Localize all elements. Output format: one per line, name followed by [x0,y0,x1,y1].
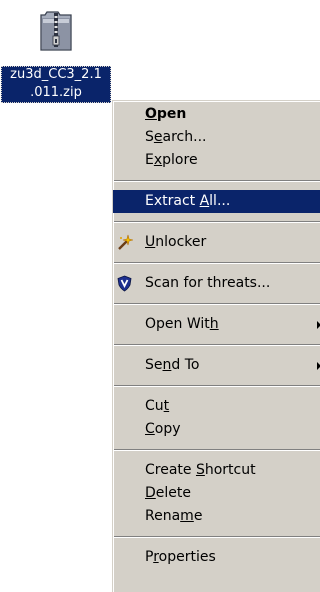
label-accelerator-key: m [180,508,194,524]
menu-item-open-with[interactable]: Open With [113,313,320,336]
label-accelerator-key: e [153,129,163,145]
label-text-after: opy [154,421,181,437]
shield-antivirus-icon [116,275,133,292]
menu-separator [114,180,320,182]
label-text-before: Cu [145,398,164,414]
menu-separator [114,385,320,387]
menu-item-label: Scan for threats... [145,275,270,291]
menu-item-rename[interactable]: Rename [113,505,320,528]
label-text-after: plore [162,152,198,168]
label-text-after: elete [155,485,191,501]
menu-item-unlocker[interactable]: Unlocker [113,231,320,254]
menu-item-explore[interactable]: Explore [113,149,320,172]
menu-separator [114,344,320,346]
menu-separator [114,262,320,264]
label-text-before: S [145,129,154,145]
menu-separator [114,449,320,451]
menu-item-cut[interactable]: Cut [113,395,320,418]
zip-folder-icon [40,11,72,51]
menu-item-extract-all[interactable]: Extract All... [113,190,320,213]
menu-separator [114,303,320,305]
menu-item-send-to[interactable]: Send To [113,354,320,377]
menu-item-label: Delete [145,485,191,501]
label-accelerator-key: x [153,152,163,168]
label-text-before: Scan for threats... [145,275,271,291]
menu-item-label: Open [145,106,186,122]
label-accelerator-key: h [209,316,219,332]
unlocker-wand-icon [116,234,134,251]
label-accelerator-key: C [145,421,155,437]
menu-item-label: Open With [145,316,219,332]
label-text-after: hortcut [204,462,256,478]
label-text-before: Open Wit [145,316,210,332]
desktop: zu3d_CC3_2.1 .011.zip Open Search... Explo… [0,0,320,592]
file-name-line-1: zu3d_CC3_2.1 [10,67,102,82]
label-accelerator-key: D [145,485,156,501]
label-text-before: P [145,549,154,565]
label-accelerator-key: U [145,234,156,250]
label-text-after: d To [171,357,200,373]
desktop-file-zip[interactable]: zu3d_CC3_2.1 .011.zip [0,0,112,104]
menu-item-properties[interactable]: Properties [113,546,320,569]
menu-item-label: Properties [145,549,216,565]
label-accelerator-key: O [145,106,157,122]
label-text-after: pen [156,106,187,122]
label-text-after: ll... [209,193,231,209]
label-text-before: Se [145,357,163,373]
context-menu: Open Search... Explore Extract All... Unlock… [112,100,320,592]
menu-item-label: Copy [145,421,181,437]
menu-item-label: Explore [145,152,198,168]
label-text-after: nlocker [155,234,207,250]
label-text-after: arch... [162,129,207,145]
menu-item-label: Create Shortcut [145,462,256,478]
menu-item-label: Send To [145,357,199,373]
menu-separator [114,221,320,223]
label-text-before: E [145,152,154,168]
menu-item-label: Rename [145,508,202,524]
menu-item-label: Extract All... [145,193,230,209]
menu-item-open[interactable]: Open [113,103,320,126]
menu-item-search[interactable]: Search... [113,126,320,149]
label-text-after: operties [158,549,216,565]
menu-item-create-shortcut[interactable]: Create Shortcut [113,459,320,482]
menu-item-label: Search... [145,129,206,145]
label-text-before: Rena [145,508,181,524]
label-accelerator-key: S [195,462,205,478]
file-name-label: zu3d_CC3_2.1 .011.zip [1,66,111,103]
label-text-before: Create [145,462,196,478]
label-accelerator-key: A [199,193,210,209]
menu-item-delete[interactable]: Delete [113,482,320,505]
label-text-before: Extract [145,193,200,209]
menu-item-label: Cut [145,398,169,414]
label-accelerator-key: t [163,398,170,414]
menu-separator [114,536,320,538]
label-text-after: e [193,508,203,524]
menu-item-scan-for-threats[interactable]: Scan for threats... [113,272,320,295]
file-name-line-2: .011.zip [30,85,82,100]
menu-item-copy[interactable]: Copy [113,418,320,441]
menu-item-label: Unlocker [145,234,206,250]
